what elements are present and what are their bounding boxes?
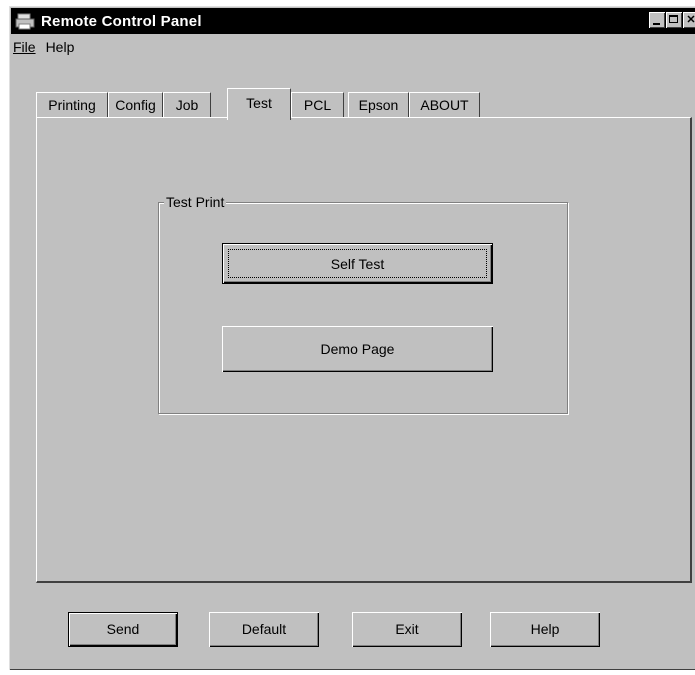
remote-control-panel-window: Remote Control Panel ✕ File Help Printin… <box>9 6 695 670</box>
tab-job[interactable]: Job <box>163 92 211 118</box>
demo-page-button[interactable]: Demo Page <box>222 326 493 372</box>
minimize-icon[interactable] <box>649 12 665 28</box>
tab-pcl[interactable]: PCL <box>291 92 344 118</box>
window-controls: ✕ <box>649 12 695 28</box>
demo-page-label: Demo Page <box>320 341 395 357</box>
maximize-icon[interactable] <box>666 12 682 28</box>
exit-button[interactable]: Exit <box>352 612 462 647</box>
tab-printing[interactable]: Printing <box>36 92 108 118</box>
tab-about[interactable]: ABOUT <box>409 92 480 118</box>
close-icon[interactable]: ✕ <box>683 12 695 28</box>
tab-epson[interactable]: Epson <box>348 92 409 118</box>
window-title: Remote Control Panel <box>41 12 202 30</box>
send-button[interactable]: Send <box>68 612 178 647</box>
default-button[interactable]: Default <box>209 612 319 647</box>
test-print-group: Test Print Self Test Demo Page <box>158 194 568 414</box>
help-label: Help <box>530 621 560 637</box>
send-label: Send <box>106 621 140 637</box>
menu-help[interactable]: Help <box>43 39 82 55</box>
tab-test[interactable]: Test <box>227 88 291 120</box>
menu-bar: File Help <box>11 36 695 58</box>
help-button[interactable]: Help <box>490 612 600 647</box>
printer-icon <box>15 13 35 30</box>
self-test-button[interactable]: Self Test <box>222 243 493 284</box>
test-print-group-title: Test Print <box>164 194 227 210</box>
menu-file[interactable]: File <box>11 39 43 55</box>
test-tab-panel: Test Print Self Test Demo Page <box>36 117 692 583</box>
exit-label: Exit <box>395 621 419 637</box>
title-bar[interactable]: Remote Control Panel ✕ <box>11 8 695 34</box>
self-test-label: Self Test <box>330 255 385 272</box>
tab-config[interactable]: Config <box>108 92 163 118</box>
default-label: Default <box>241 621 287 637</box>
